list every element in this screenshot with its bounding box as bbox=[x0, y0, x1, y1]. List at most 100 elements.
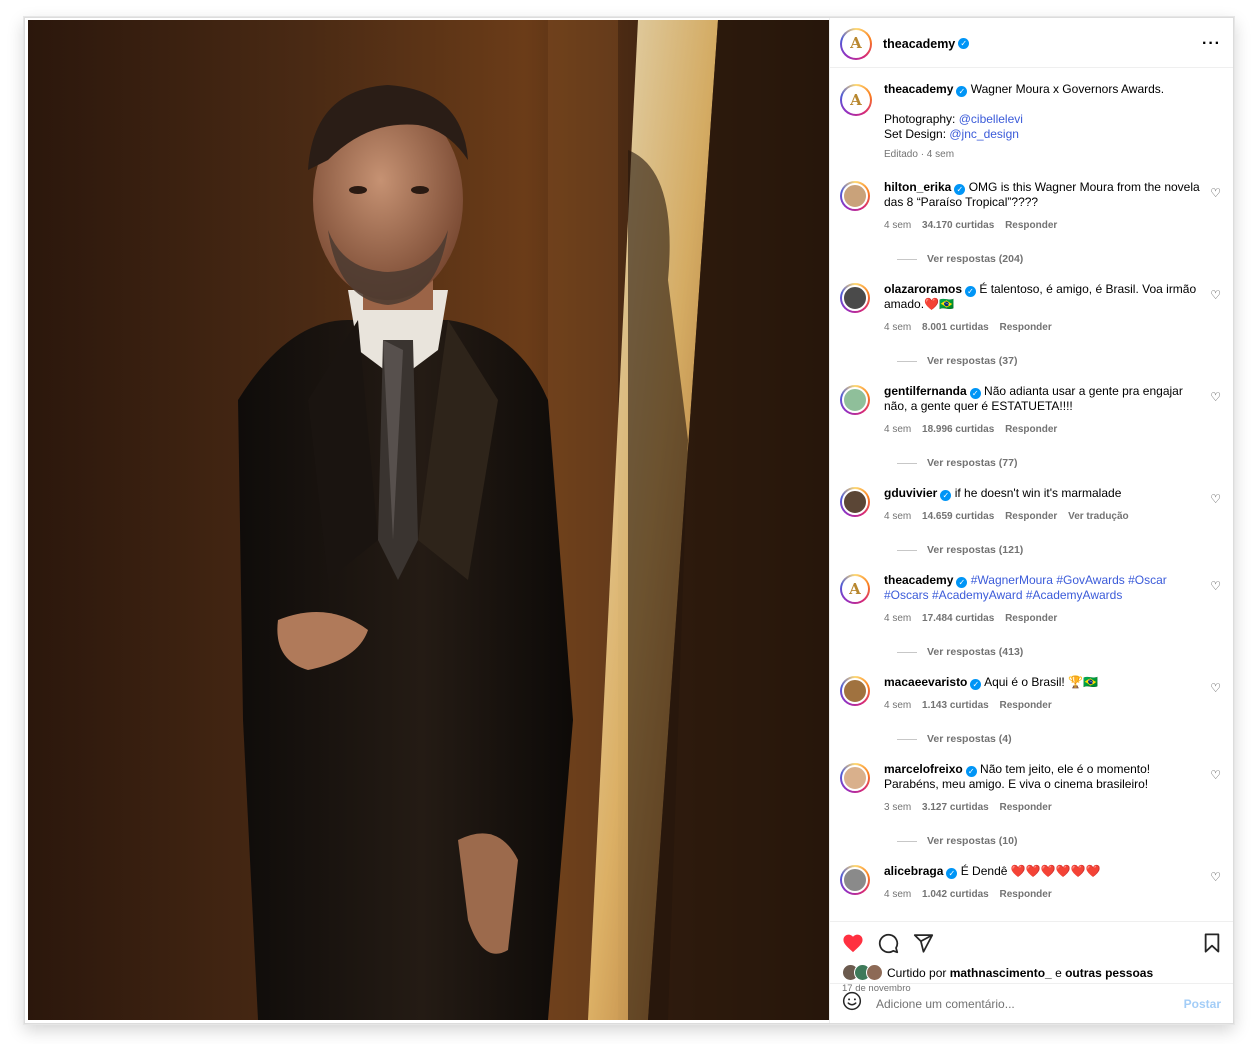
comment-item: gentilfernanda ✓ Não adianta usar a gente… bbox=[840, 384, 1221, 437]
comment-item: A theacademy ✓ #WagnerMoura #GovAwards #O… bbox=[840, 573, 1221, 626]
comment-time: 4 sem bbox=[884, 220, 912, 231]
comment-like-icon[interactable]: ♡ bbox=[1210, 186, 1221, 200]
verified-icon: ✓ bbox=[970, 679, 982, 690]
liked-by-user[interactable]: mathnascimento_ bbox=[950, 966, 1052, 980]
caption-avatar[interactable]: A bbox=[840, 84, 872, 116]
replies-divider bbox=[897, 258, 917, 260]
comment-likes[interactable]: 3.127 curtidas bbox=[922, 802, 989, 813]
commenter-avatar[interactable] bbox=[840, 487, 870, 517]
verified-icon: ✓ bbox=[954, 184, 966, 195]
academy-logo-icon: A bbox=[850, 90, 862, 109]
comment-time: 4 sem bbox=[884, 511, 912, 522]
comment-item: gduvivier ✓ if he doesn't win it's marmal… bbox=[840, 486, 1221, 524]
share-icon[interactable] bbox=[913, 933, 934, 953]
reply-button[interactable]: Responder bbox=[1005, 613, 1057, 624]
commenter-avatar[interactable] bbox=[840, 676, 870, 706]
view-replies-button[interactable]: Ver respostas (77) bbox=[897, 457, 1221, 469]
comment-like-icon[interactable]: ♡ bbox=[1210, 768, 1221, 782]
reply-button[interactable]: Responder bbox=[1000, 700, 1052, 711]
comment-text: if he doesn't win it's marmalade bbox=[954, 486, 1122, 500]
commenter-username[interactable]: olazaroramos bbox=[884, 282, 962, 296]
comment-likes[interactable]: 1.042 curtidas bbox=[922, 889, 989, 900]
portrait-image bbox=[28, 20, 829, 1020]
commenter-avatar[interactable] bbox=[840, 865, 870, 895]
post-button[interactable]: Postar bbox=[1184, 997, 1221, 1011]
comment-likes[interactable]: 18.996 curtidas bbox=[922, 424, 994, 435]
commenter-username[interactable]: theacademy bbox=[884, 573, 953, 587]
reply-button[interactable]: Responder bbox=[1000, 802, 1052, 813]
view-replies-button[interactable]: Ver respostas (10) bbox=[897, 835, 1221, 847]
comment-like-icon[interactable]: ♡ bbox=[1210, 681, 1221, 695]
verified-icon: ✓ bbox=[958, 38, 970, 49]
commenter-username[interactable]: gentilfernanda bbox=[884, 384, 967, 398]
translate-button[interactable]: Ver tradução bbox=[1068, 511, 1129, 522]
liked-by-others[interactable]: outras pessoas bbox=[1065, 966, 1153, 980]
reply-button[interactable]: Responder bbox=[1005, 220, 1057, 231]
commenter-avatar[interactable]: A bbox=[840, 574, 870, 604]
commenter-avatar[interactable] bbox=[840, 385, 870, 415]
liked-by[interactable]: Curtido por mathnascimento_ e outras pes… bbox=[842, 964, 1221, 981]
commenter-avatar[interactable] bbox=[840, 181, 870, 211]
comment-time: 4 sem bbox=[884, 613, 912, 624]
commenter-username[interactable]: marcelofreixo bbox=[884, 762, 963, 776]
comment-likes[interactable]: 1.143 curtidas bbox=[922, 700, 989, 711]
reply-button[interactable]: Responder bbox=[1000, 889, 1052, 900]
set-credit-link[interactable]: @jnc_design bbox=[949, 127, 1019, 141]
replies-divider bbox=[897, 462, 917, 464]
view-replies-button[interactable]: Ver respostas (121) bbox=[897, 544, 1221, 556]
commenter-username[interactable]: alicebraga bbox=[884, 864, 943, 878]
caption-edited: Editado · 4 sem bbox=[884, 149, 955, 160]
more-icon[interactable]: ··· bbox=[1202, 35, 1221, 52]
liked-by-prefix: Curtido por bbox=[887, 965, 950, 980]
replies-divider bbox=[897, 360, 917, 362]
comment-text: É Dendê ❤️❤️❤️❤️❤️❤️ bbox=[960, 864, 1101, 878]
reply-button[interactable]: Responder bbox=[1005, 424, 1057, 435]
comment-input[interactable] bbox=[874, 995, 1184, 1012]
view-replies-button[interactable]: Ver respostas (204) bbox=[897, 253, 1221, 265]
comment-item: hilton_erika ✓ OMG is this Wagner Moura f… bbox=[840, 180, 1221, 233]
commenter-avatar[interactable] bbox=[840, 283, 870, 313]
post-photo[interactable] bbox=[28, 20, 829, 1020]
comment-like-icon[interactable]: ♡ bbox=[1210, 390, 1221, 404]
heart-icon[interactable] bbox=[842, 933, 864, 953]
comment-text: Aqui é o Brasil! 🏆🇧🇷 bbox=[984, 675, 1098, 689]
commenter-username[interactable]: hilton_erika bbox=[884, 180, 951, 194]
reply-button[interactable]: Responder bbox=[1000, 322, 1052, 333]
view-replies-label: Ver respostas (204) bbox=[927, 253, 1024, 265]
comment-likes[interactable]: 8.001 curtidas bbox=[922, 322, 989, 333]
verified-icon: ✓ bbox=[956, 577, 968, 588]
save-icon[interactable] bbox=[1203, 933, 1221, 953]
view-replies-button[interactable]: Ver respostas (37) bbox=[897, 355, 1221, 367]
comment-like-icon[interactable]: ♡ bbox=[1210, 870, 1221, 884]
comment-icon[interactable] bbox=[878, 933, 899, 954]
view-replies-button[interactable]: Ver respostas (4) bbox=[897, 733, 1221, 745]
commenter-avatar[interactable] bbox=[840, 763, 870, 793]
commenter-username[interactable]: macaeevaristo bbox=[884, 675, 967, 689]
emoji-icon[interactable] bbox=[842, 991, 862, 1016]
liker-avatar bbox=[866, 964, 883, 981]
reply-button[interactable]: Responder bbox=[1005, 511, 1057, 522]
photo-credit-link[interactable]: @cibellelevi bbox=[959, 112, 1023, 126]
replies-divider bbox=[897, 738, 917, 740]
view-replies-button[interactable]: Ver respostas (413) bbox=[897, 646, 1221, 658]
comment-like-icon[interactable]: ♡ bbox=[1210, 579, 1221, 593]
comment-likes[interactable]: 34.170 curtidas bbox=[922, 220, 994, 231]
comment-time: 4 sem bbox=[884, 424, 912, 435]
author-username[interactable]: theacademy bbox=[883, 37, 955, 51]
comment-like-icon[interactable]: ♡ bbox=[1210, 288, 1221, 302]
caption-username[interactable]: theacademy bbox=[884, 82, 953, 96]
comment-like-icon[interactable]: ♡ bbox=[1210, 492, 1221, 506]
author-avatar[interactable]: A bbox=[840, 27, 872, 60]
comment-likes[interactable]: 17.484 curtidas bbox=[922, 613, 994, 624]
comment-item: macaeevaristo ✓ Aqui é o Brasil! 🏆🇧🇷 4 se… bbox=[840, 675, 1221, 713]
view-replies-label: Ver respostas (4) bbox=[927, 733, 1012, 745]
post-header: A theacademy ✓ ··· bbox=[830, 20, 1233, 68]
view-replies-label: Ver respostas (77) bbox=[927, 457, 1018, 469]
comment-time: 4 sem bbox=[884, 889, 912, 900]
comment-likes[interactable]: 14.659 curtidas bbox=[922, 511, 994, 522]
liked-by-middle: e bbox=[1051, 965, 1066, 980]
commenter-username[interactable]: gduvivier bbox=[884, 486, 937, 500]
comments-list[interactable]: A theacademy ✓ Wagner Moura x Governors A… bbox=[830, 68, 1233, 921]
verified-icon: ✓ bbox=[946, 868, 958, 879]
view-replies-label: Ver respostas (10) bbox=[927, 835, 1018, 847]
